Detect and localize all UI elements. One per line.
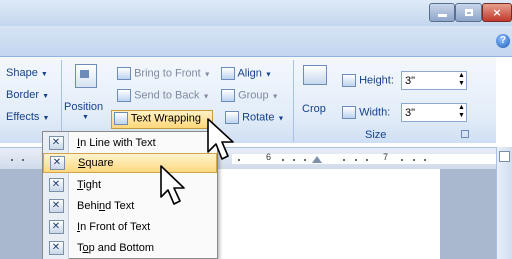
chevron-down-icon: ▼ — [82, 114, 89, 121]
vertical-scrollbar[interactable] — [496, 147, 512, 259]
align-button[interactable]: Align ▼ — [221, 67, 272, 80]
ruler-mark: 7 — [383, 152, 389, 162]
height-row: Height: — [342, 74, 394, 87]
behind-text-icon: ✕ — [48, 199, 64, 213]
bring-to-front-icon — [117, 67, 131, 80]
group-button[interactable]: Group ▼ — [221, 89, 279, 102]
group-separator — [61, 60, 62, 142]
position-icon — [75, 64, 97, 88]
group-separator — [293, 60, 294, 142]
shape-dropdown[interactable]: Shape ▼ — [6, 67, 48, 79]
crop-icon — [303, 65, 327, 85]
square-wrap-icon: ✕ — [49, 156, 65, 170]
width-icon — [342, 106, 356, 119]
position-button[interactable]: Position ▼ — [64, 60, 106, 126]
restore-icon — [464, 9, 473, 16]
text-wrapping-icon — [114, 112, 128, 125]
menu-item-label: Top and Bottom — [77, 242, 155, 254]
effects-dropdown[interactable]: Effects ▼ — [6, 111, 49, 123]
help-icon[interactable]: ? — [496, 34, 510, 48]
align-icon — [221, 67, 235, 80]
width-label: Width: — [359, 106, 391, 119]
send-to-back-button[interactable]: Send to Back ▼ — [117, 89, 210, 102]
tight-wrap-icon: ✕ — [48, 178, 64, 192]
crop-button[interactable]: Crop — [298, 63, 334, 119]
height-input[interactable]: 3" ▲ ▼ — [401, 71, 467, 90]
menu-item-square[interactable]: ✕ Square — [43, 153, 217, 173]
send-to-back-label: Send to Back — [134, 89, 200, 102]
crop-label: Crop — [302, 103, 326, 115]
text-wrapping-label: Text Wrapping — [130, 112, 201, 125]
width-row: Width: — [342, 106, 390, 119]
maximize-button[interactable] — [455, 3, 482, 22]
ruler-page-area — [232, 154, 496, 164]
ribbon-tab-strip — [0, 26, 512, 57]
document-background — [440, 169, 496, 259]
mouse-cursor-icon — [160, 165, 185, 205]
menu-item-tight[interactable]: ✕ Tight — [43, 175, 217, 195]
chevron-down-icon: ▼ — [202, 93, 210, 101]
height-icon — [342, 74, 356, 87]
dialog-launcher-icon[interactable] — [461, 130, 469, 138]
spinner-icon[interactable]: ▲ ▼ — [458, 104, 465, 120]
top-and-bottom-icon: ✕ — [48, 241, 64, 255]
close-button[interactable]: × — [482, 3, 512, 22]
width-input[interactable]: 3" ▲ ▼ — [401, 103, 467, 122]
menu-item-label: Behind Text — [77, 200, 135, 212]
indent-marker-icon[interactable] — [312, 156, 322, 163]
chevron-down-icon: ▼ — [42, 115, 50, 122]
chevron-down-icon: ▼ — [203, 71, 211, 79]
border-label: Border — [6, 89, 40, 101]
text-wrapping-content: Text Wrapping — [114, 112, 201, 125]
border-dropdown[interactable]: Border ▼ — [6, 89, 49, 101]
minimize-button[interactable] — [429, 3, 455, 22]
group-icon — [221, 89, 235, 102]
mouse-cursor-icon — [207, 118, 234, 160]
close-icon: × — [492, 6, 502, 19]
menu-item-behind-text[interactable]: ✕ Behind Text — [43, 196, 217, 216]
chevron-down-icon: ▼ — [40, 71, 48, 78]
chevron-down-icon: ▼ — [277, 115, 285, 123]
menu-item-label: In Line with Text — [77, 137, 156, 149]
effects-label: Effects — [6, 111, 40, 123]
spinner-icon[interactable]: ▲ ▼ — [458, 72, 465, 88]
menu-item-label: In Front of Text — [77, 221, 151, 233]
bring-to-front-label: Bring to Front — [134, 67, 201, 80]
group-label: Group — [238, 89, 269, 102]
shape-label: Shape — [6, 67, 38, 79]
menu-item-in-front-of-text[interactable]: ✕ In Front of Text — [43, 217, 217, 237]
size-group-label: Size — [365, 129, 387, 141]
width-value: 3" — [405, 107, 416, 119]
menu-item-label: Tight — [77, 179, 102, 191]
ruler-toggle-icon[interactable] — [499, 151, 510, 162]
ruler-mark: 6 — [266, 152, 272, 162]
chevron-down-icon: ▼ — [42, 93, 50, 100]
minimize-icon — [437, 14, 447, 17]
chevron-down-icon: ▼ — [271, 93, 279, 101]
menu-item-top-and-bottom[interactable]: ✕ Top and Bottom — [43, 238, 217, 258]
menu-item-label: Square — [78, 157, 114, 169]
height-label: Height: — [359, 74, 394, 87]
in-line-with-text-icon: ✕ — [48, 136, 64, 150]
align-label: Align — [237, 67, 262, 80]
rotate-label: Rotate — [242, 111, 275, 124]
send-to-back-icon — [117, 89, 131, 102]
height-value: 3" — [405, 75, 416, 87]
position-label: Position — [64, 101, 104, 113]
bring-to-front-button[interactable]: Bring to Front ▼ — [117, 67, 211, 80]
menu-item-in-line-with-text[interactable]: ✕ In Line with Text — [43, 133, 217, 153]
in-front-of-text-icon: ✕ — [48, 220, 64, 234]
chevron-down-icon: ▼ — [264, 71, 272, 79]
